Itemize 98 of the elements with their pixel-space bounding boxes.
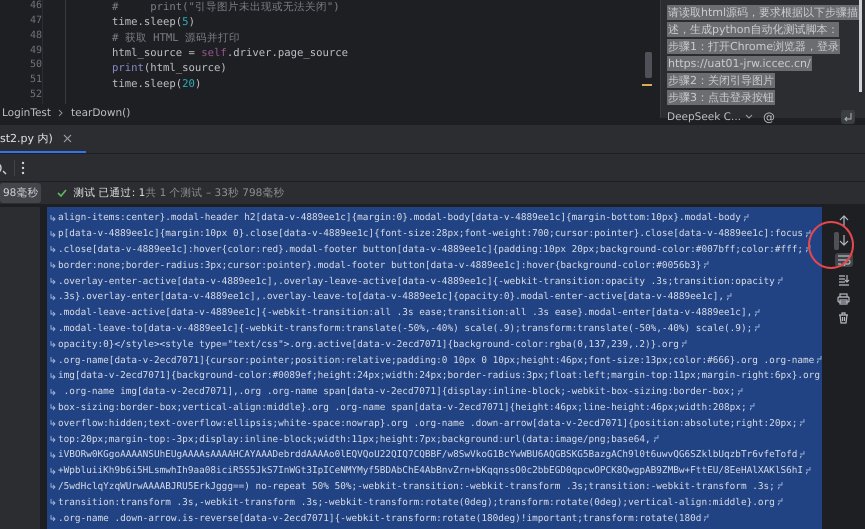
soft-wrap-icon (49, 323, 57, 334)
soft-wrap-icon (702, 260, 710, 270)
code-line: # print("引导图片未出现或无法关闭") (112, 1, 340, 13)
code-line: html_source = self.driver.page_source (112, 46, 348, 59)
console-line: align-items:center}.modal-header h2[data-v-4889ee1c]{margin:0}.modal-body[data-v-4889ee1c]{margin-bottom:10px}.modal-body (58, 212, 741, 224)
soft-wrap-icon (804, 228, 812, 239)
line-number: 51 (30, 74, 42, 88)
console-line: .org-name[data-v-2ecd7071]{cursor:pointer;position:relative;padding:0 10px 0 10px;height:46px;font-size:13px;color:#666}.org .org-name (58, 354, 814, 366)
soft-wrap-icon (49, 355, 57, 366)
console-line: box-sizing:border-box;vertical-align:middle}.org .org-name span[data-v-2ecd7071]{height:46px;line-height:46px;width:208px; (58, 402, 747, 413)
message-text: 步骤3：点击登录按钮 (667, 90, 775, 105)
console-line: top:20px;margin-top:-3px;display:inline-block;width:11px;height:7px;background:url(data:image/png;base64, (58, 434, 651, 445)
soft-wrap-icon (725, 292, 734, 302)
warning-marker (642, 84, 652, 86)
mention-button[interactable]: @ (763, 110, 776, 124)
more-icon[interactable] (21, 160, 25, 174)
soft-wrap-icon (49, 308, 57, 318)
soft-wrap-icon (49, 292, 57, 302)
test-summary: 测试 已通过: 1共 1 个测试 – 33秒 798毫秒 (73, 186, 284, 200)
soft-wrap-icon (753, 323, 762, 334)
soft-wrap-icon (49, 418, 57, 428)
soft-wrap-icon (702, 513, 710, 524)
model-dropdown[interactable]: DeepSeek C... (667, 111, 754, 123)
trash-icon[interactable] (838, 312, 849, 324)
soft-wrap-icon (49, 481, 57, 492)
soft-wrap-icon (49, 513, 57, 524)
soft-wrap-icon (49, 276, 57, 286)
send-button[interactable] (841, 110, 855, 124)
line-number: 50 (30, 59, 42, 72)
code-line: time.sleep(20) (112, 78, 202, 90)
print-icon[interactable] (837, 293, 850, 305)
soft-wrap-icon (49, 450, 57, 460)
soft-wrap-icon (815, 355, 822, 366)
message-text: 步骤1：打开Chrome浏览器，登录 (667, 39, 840, 54)
soft-wrap-icon (49, 386, 57, 397)
soft-wrap-icon (49, 497, 57, 508)
soft-wrap-icon (798, 450, 806, 460)
console-line: .modal-leave-to[data-v-4889ee1c]{-webkit-transform:translate(-50%,-40%) scale(.9);transform:translate(-50%,-40%) scale(.9); (58, 322, 752, 334)
soft-wrap-icon (49, 370, 57, 381)
soft-wrap-icon (776, 497, 784, 508)
soft-wrap-icon (49, 228, 57, 239)
console-line: /5wdHclqYzqWUrwAAAABJRU5ErkJggg==) no-repeat 50% 50%;-webkit-transition:-webkit-transform .3s;transition:-webkit-transform .3s; (58, 480, 775, 492)
soft-wrap-icon (49, 339, 57, 350)
console-line: transition:transform .3s,-webkit-transform .3s;-webkit-transform:rotate(0deg);transform:rotate(0deg);vertical-align:middle}.org (58, 496, 775, 508)
line-number: 46 (30, 0, 42, 13)
console-line: overflow:hidden;text-overflow:ellipsis;white-space:nowrap}.org .org-name .down-arrow[data-v-2ecd7071]{position:absolute;right:20px; (58, 418, 798, 429)
line-number: 49 (30, 44, 42, 58)
message-text: 请读取html源码，要求根据以下步骤描 (667, 5, 860, 20)
soft-wrap-icon (776, 481, 784, 492)
console-line: +WpbluiiKh9b6i5HLsmwhIh9aa08iciR5S5JkS7InWGt3IpICeNMYMyf5BDAbChE4AbBnvZrn+bKqqnssO0c2bbEGD0qpcwOPCK8QwgpAB9ZMBw+FttEU/8EeHAlXAKlS6hI (58, 465, 804, 476)
soft-wrap-icon (652, 434, 660, 444)
code-line: # 获取 HTML 源码并打印 (112, 32, 240, 44)
soft-wrap-icon (49, 244, 57, 254)
chevron-down-icon (745, 114, 754, 120)
console-line: .close[data-v-4889ee1c]:hover{color:red}.modal-footer button[data-v-4889ee1c]{padding:10px 20px;background-color:#007bff;color:#fff; (58, 244, 804, 255)
soft-wrap-icon (49, 402, 57, 412)
soft-wrap-icon (49, 434, 57, 444)
console-line: p[data-v-4889ee1c]{margin:10px 0}.close[data-v-4889ee1c]{font-size:28px;font-weight:700;cursor:pointer}.close[data-v-4889ee1c]:focus (58, 228, 804, 240)
scrollbar-thumb[interactable] (834, 232, 839, 250)
console-line: .org-name .down-arrow.is-reverse[data-v-2ecd7071]{-webkit-transform:rotate(180deg)!important;transform:rotate(180d (58, 512, 702, 524)
arrow-down-icon[interactable] (838, 234, 850, 246)
soft-wrap-icon (753, 308, 762, 318)
console-line: border:none;border-radius:3px;cursor:pointer}.modal-footer button[data-v-4889ee1c]:hover{background-color:#0056b3} (58, 260, 702, 271)
breadcrumb-item[interactable]: tearDown() (71, 107, 130, 119)
line-number: 48 (30, 30, 42, 43)
console-line: opacity:0}</style><style type="text/css">.org.active[data-v-2ecd7071]{background-color:rgba(0,137,239,.2)}.org (58, 338, 679, 350)
scroll-to-end-icon[interactable] (838, 274, 850, 286)
arrow-up-icon[interactable] (838, 215, 850, 227)
console-line: .3s}.overlay-enter[data-v-4889ee1c],.overlay-leave-to[data-v-4889ee1c]{opacity:0}.modal-enter-active[data-v-4889ee1c], (58, 291, 724, 302)
line-number: 47 (30, 14, 42, 28)
code-line: time.sleep(5) (112, 16, 195, 28)
scrollbar-thumb[interactable] (645, 52, 652, 78)
check-icon (57, 189, 68, 197)
soft-wrap-icon (49, 212, 57, 223)
duration-label: 98毫秒 (0, 183, 42, 203)
soft-wrap-icon (776, 276, 784, 286)
message-text: https://uat01-jrw.iccec.cn/ (667, 56, 812, 71)
breadcrumb-item[interactable]: LoginTest (2, 107, 52, 119)
soft-wrap-icon (742, 212, 750, 223)
console-line: iVBORw0KGgoAAAANSUhEUgAAAAsAAAAHCAYAAADebrddAAAAo0lEQVQoU22QIQ7CQBBF/w8SwVkoG1BcYwWBU6AQGBSKG5BazgACh9l0t6uwvQG6SZklbUqzbTr6vfeTofd (58, 449, 798, 460)
console-line: img[data-v-2ecd7071]{background-color:#0089ef;height:24px;width:24px;border-radius:3px;float:left;margin-top:11px;margin-right:6px}.org (58, 370, 820, 382)
code-line: print(html_source) (112, 62, 227, 74)
soft-wrap-icon (804, 466, 812, 476)
close-icon[interactable] (62, 134, 72, 142)
console-line: .overlay-enter-active[data-v-4889ee1c],.overlay-leave-active[data-v-4889ee1c]{-webkit-transition:opacity .3s;transition:opacity (58, 276, 775, 287)
soft-wrap-icon (680, 339, 688, 350)
console-line: .modal-leave-active[data-v-4889ee1c]{-webkit-transition:all .3s ease;transition:all .3s ease}.modal-enter[data-v-4889ee1c], (58, 307, 752, 318)
soft-wrap-icon (798, 418, 806, 428)
soft-wrap-icon (49, 260, 57, 270)
line-number: 52 (30, 89, 42, 102)
chevron-icon (58, 109, 64, 117)
message-text: 述，生成python自动化测试脚本： (667, 22, 840, 37)
annotation-circle (808, 221, 854, 269)
console-line: .org-name img[data-v-2ecd7071],.org .org-name span[data-v-2ecd7071]{display:inline-block;-webkit-box-sizing:border-box; (62, 386, 736, 398)
soft-wrap-icon (748, 402, 756, 412)
message-text: 步骤2：关闭引导图片 (667, 73, 775, 88)
soft-wrap-icon (736, 386, 744, 397)
soft-wrap-icon (49, 466, 57, 476)
